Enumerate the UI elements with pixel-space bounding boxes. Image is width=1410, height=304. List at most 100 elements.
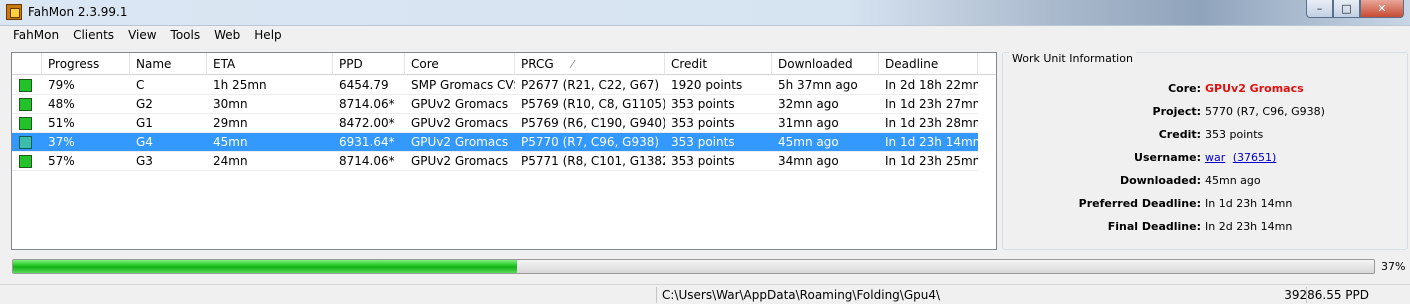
cell-deadline: In 1d 23h 27mn — [885, 97, 978, 111]
column-header-progress[interactable]: Progress — [42, 53, 130, 75]
maximize-button[interactable]: □ — [1333, 0, 1360, 18]
cell-prcg: P5770 (R7, C96, G938) — [521, 135, 660, 149]
status-separator — [656, 287, 657, 303]
column-header-status[interactable] — [12, 53, 42, 75]
wu-credit-row: Credit: 353 points — [1003, 128, 1407, 144]
minimize-button[interactable]: – — [1306, 0, 1333, 18]
cell-downloaded: 31mn ago — [778, 116, 839, 130]
cell-name: G3 — [136, 154, 153, 168]
cell-credit: 353 points — [671, 97, 735, 111]
status-bar: C:\Users\War\AppData\Roaming\Folding\Gpu… — [0, 284, 1410, 304]
window-controls: – □ ✕ — [1306, 0, 1404, 18]
cell-deadline: In 1d 23h 28mn — [885, 116, 978, 130]
cell-eta: 1h 25mn — [213, 78, 267, 92]
cell-name: G4 — [136, 135, 153, 149]
column-header-name[interactable]: Name — [130, 53, 207, 75]
cell-ppd: 6931.64* — [339, 135, 395, 149]
cell-eta: 24mn — [213, 154, 248, 168]
work-unit-info-panel: Work Unit Information Core: GPUv2 Gromac… — [1002, 52, 1408, 250]
cell-eta: 45mn — [213, 135, 248, 149]
cell-name: G1 — [136, 116, 153, 130]
wu-final-deadline-value: In 2d 23h 14mn — [1205, 220, 1293, 233]
cell-prcg: P2677 (R21, C22, G67) — [521, 78, 660, 92]
column-header-prcg[interactable]: PRCG ⁄ — [515, 53, 665, 75]
wu-username-values: war (37651) — [1205, 151, 1276, 164]
wu-credit-label: Credit: — [1158, 128, 1201, 141]
cell-deadline: In 1d 23h 25mn — [885, 154, 978, 168]
cell-downloaded: 34mn ago — [778, 154, 839, 168]
cell-core: GPUv2 Gromacs — [411, 116, 509, 130]
title-bar[interactable]: FahMon 2.3.99.1 – □ ✕ — [0, 0, 1410, 26]
menu-clients[interactable]: Clients — [66, 26, 121, 46]
menu-fahmon[interactable]: FahMon — [6, 26, 66, 46]
column-header-ppd[interactable]: PPD — [333, 53, 405, 75]
status-ok-icon — [19, 155, 32, 168]
wu-final-deadline-row: Final Deadline: In 2d 23h 14mn — [1003, 220, 1407, 236]
wu-username-label: Username: — [1134, 151, 1201, 164]
cell-core: SMP Gromacs CVS — [411, 78, 515, 92]
cell-prcg: P5771 (R8, C101, G1382) — [521, 154, 665, 168]
menu-help[interactable]: Help — [247, 26, 288, 46]
column-header-eta[interactable]: ETA — [207, 53, 333, 75]
table-row[interactable]: 79% C 1h 25mn 6454.79 SMP Gromacs CVS P2… — [12, 76, 978, 95]
status-ok-icon — [19, 117, 32, 130]
wu-preferred-deadline-label: Preferred Deadline: — [1078, 197, 1201, 210]
clients-table[interactable]: Progress Name ETA PPD Core PRCG ⁄ Credit … — [11, 52, 997, 250]
app-icon[interactable] — [6, 4, 22, 20]
column-header-credit[interactable]: Credit — [665, 53, 772, 75]
column-header-prcg-label: PRCG — [521, 57, 554, 71]
progress-bar-fill — [13, 260, 517, 273]
cell-progress: 48% — [48, 97, 75, 111]
wu-project-value: 5770 (R7, C96, G938) — [1205, 105, 1325, 118]
status-ok-icon — [19, 98, 32, 111]
team-link[interactable]: (37651) — [1233, 151, 1277, 164]
table-header: Progress Name ETA PPD Core PRCG ⁄ Credit … — [12, 53, 996, 75]
cell-ppd: 8714.06* — [339, 97, 395, 111]
cell-downloaded: 32mn ago — [778, 97, 839, 111]
column-header-downloaded[interactable]: Downloaded — [772, 53, 879, 75]
cell-prcg: P5769 (R6, C190, G940) — [521, 116, 665, 130]
cell-progress: 51% — [48, 116, 75, 130]
cell-credit: 353 points — [671, 154, 735, 168]
wu-downloaded-row: Downloaded: 45mn ago — [1003, 174, 1407, 190]
cell-deadline: In 1d 23h 14mn — [885, 135, 978, 149]
sort-indicator-icon: ⁄ — [571, 58, 574, 71]
table-row[interactable]: 48% G2 30mn 8714.06* GPUv2 Gromacs P5769… — [12, 95, 978, 114]
column-header-core[interactable]: Core — [405, 53, 515, 75]
cell-ppd: 8472.00* — [339, 116, 395, 130]
cell-eta: 29mn — [213, 116, 248, 130]
cell-name: G2 — [136, 97, 153, 111]
table-row-selected[interactable]: 37% G4 45mn 6931.64* GPUv2 Gromacs P5770… — [12, 133, 978, 152]
menu-tools[interactable]: Tools — [164, 26, 208, 46]
cell-deadline: In 2d 18h 22mn — [885, 78, 978, 92]
menu-view[interactable]: View — [121, 26, 163, 46]
wu-preferred-deadline-value: In 1d 23h 14mn — [1205, 197, 1293, 210]
column-header-deadline[interactable]: Deadline — [879, 53, 978, 75]
status-total-ppd: 39286.55 PPD — [1284, 288, 1369, 302]
wu-preferred-deadline-row: Preferred Deadline: In 1d 23h 14mn — [1003, 197, 1407, 213]
table-row[interactable]: 51% G1 29mn 8472.00* GPUv2 Gromacs P5769… — [12, 114, 978, 133]
cell-core: GPUv2 Gromacs — [411, 97, 509, 111]
work-unit-info-legend: Work Unit Information — [1009, 52, 1136, 65]
status-ok-icon — [19, 79, 32, 92]
wu-username-row: Username: war (37651) — [1003, 151, 1407, 167]
cell-core: GPUv2 Gromacs — [411, 154, 509, 168]
cell-credit: 353 points — [671, 135, 735, 149]
window-title: FahMon 2.3.99.1 — [28, 5, 128, 19]
status-client-path: C:\Users\War\AppData\Roaming\Folding\Gpu… — [662, 288, 941, 302]
wu-credit-value: 353 points — [1205, 128, 1264, 141]
close-button[interactable]: ✕ — [1360, 0, 1404, 18]
cell-ppd: 8714.06* — [339, 154, 395, 168]
cell-prcg: P5769 (R10, C8, G1105) — [521, 97, 665, 111]
status-ok-icon — [19, 136, 32, 149]
username-link[interactable]: war — [1205, 151, 1225, 164]
cell-ppd: 6454.79 — [339, 78, 389, 92]
wu-core-label: Core: — [1168, 82, 1201, 95]
wu-project-row: Project: 5770 (R7, C96, G938) — [1003, 105, 1407, 121]
cell-name: C — [136, 78, 145, 92]
table-row[interactable]: 57% G3 24mn 8714.06* GPUv2 Gromacs P5771… — [12, 152, 978, 171]
menu-bar: FahMon Clients View Tools Web Help — [0, 26, 1410, 46]
menu-web[interactable]: Web — [207, 26, 247, 46]
cell-downloaded: 5h 37mn ago — [778, 78, 858, 92]
progress-percent-label: 37% — [1381, 260, 1406, 273]
